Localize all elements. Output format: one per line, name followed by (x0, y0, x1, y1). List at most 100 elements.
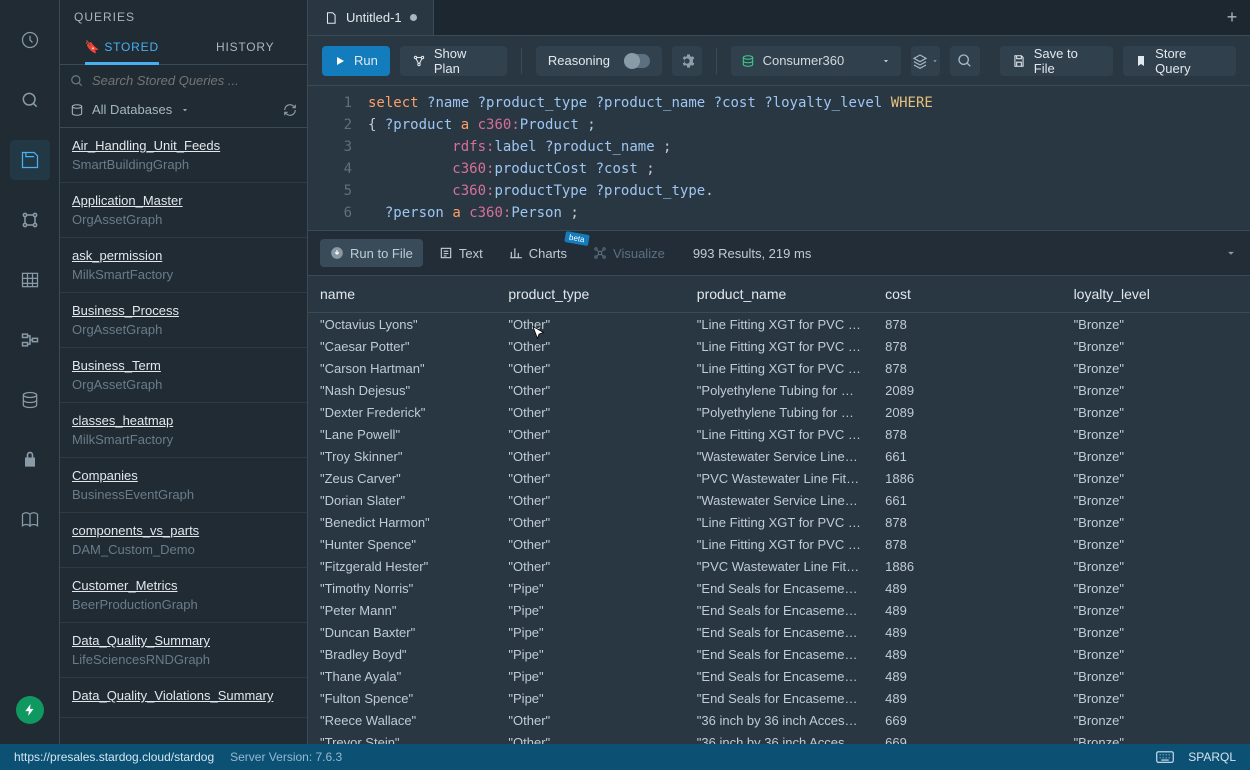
table-row[interactable]: "Benedict Harmon""Other""Line Fitting XG… (308, 511, 1250, 533)
tab-history[interactable]: HISTORY (184, 30, 308, 64)
chevron-down-icon[interactable] (1224, 246, 1238, 260)
table-row[interactable]: "Nash Dejesus""Other""Polyethylene Tubin… (308, 379, 1250, 401)
table-row[interactable]: "Fitzgerald Hester""Other""PVC Wastewate… (308, 555, 1250, 577)
table-cell: "Bradley Boyd" (308, 643, 496, 665)
query-name: Companies (72, 468, 295, 483)
table-cell: "Bronze" (1062, 555, 1250, 577)
explore-icon[interactable] (10, 80, 50, 120)
server-version: Server Version: 7.6.3 (230, 750, 342, 764)
stored-query-item[interactable]: Data_Quality_Violations_Summary (60, 678, 307, 718)
table-row[interactable]: "Reece Wallace""Other""36 inch by 36 inc… (308, 709, 1250, 731)
code-content: select ?name ?product_type ?product_name… (368, 92, 1250, 224)
table-row[interactable]: "Carson Hartman""Other""Line Fitting XGT… (308, 357, 1250, 379)
stored-query-item[interactable]: components_vs_partsDAM_Custom_Demo (60, 513, 307, 568)
column-header[interactable]: name (308, 276, 496, 313)
connection-url: https://presales.stardog.cloud/stardog (14, 750, 214, 764)
run-button[interactable]: Run (322, 46, 390, 76)
code-editor[interactable]: 123456 select ?name ?product_type ?produ… (308, 86, 1250, 230)
new-tab-button[interactable]: + (1214, 7, 1250, 28)
workspace-icon[interactable] (10, 140, 50, 180)
table-cell: 878 (873, 313, 1061, 336)
column-header[interactable]: cost (873, 276, 1061, 313)
status-indicator-icon[interactable] (16, 696, 44, 724)
refresh-icon[interactable] (283, 103, 297, 117)
table-row[interactable]: "Hunter Spence""Other""Line Fitting XGT … (308, 533, 1250, 555)
column-header[interactable]: product_name (685, 276, 873, 313)
column-header[interactable]: product_type (496, 276, 684, 313)
charts-view-button[interactable]: Charts (499, 239, 577, 267)
table-row[interactable]: "Dorian Slater""Other""Wastewater Servic… (308, 489, 1250, 511)
bookmark-icon: 🔖 (85, 40, 101, 54)
table-cell: "Other" (496, 313, 684, 336)
table-row[interactable]: "Lane Powell""Other""Line Fitting XGT fo… (308, 423, 1250, 445)
table-cell: "End Seals for Encasement ... (685, 687, 873, 709)
show-plan-button[interactable]: Show Plan (400, 46, 507, 76)
data-icon[interactable] (10, 260, 50, 300)
reasoning-toggle[interactable]: Reasoning (536, 46, 662, 76)
table-row[interactable]: "Trevor Stein""Other""36 inch by 36 inch… (308, 731, 1250, 744)
security-icon[interactable] (10, 440, 50, 480)
file-tab[interactable]: Untitled-1 (308, 0, 434, 35)
table-cell: "Fitzgerald Hester" (308, 555, 496, 577)
table-cell: 878 (873, 511, 1061, 533)
settings-button[interactable] (672, 46, 702, 76)
table-row[interactable]: "Caesar Potter""Other""Line Fitting XGT … (308, 335, 1250, 357)
stored-query-item[interactable]: Air_Handling_Unit_FeedsSmartBuildingGrap… (60, 128, 307, 183)
docs-icon[interactable] (10, 500, 50, 540)
query-toolbar: Run Show Plan Reasoning Consumer360 (308, 36, 1250, 86)
language-mode[interactable]: SPARQL (1188, 750, 1236, 764)
text-view-button[interactable]: Text (429, 239, 493, 267)
database-icon (741, 54, 755, 68)
stored-query-item[interactable]: Companies BusinessEventGraph (60, 458, 307, 513)
table-row[interactable]: "Duncan Baxter""Pipe""End Seals for Enca… (308, 621, 1250, 643)
keyboard-icon[interactable] (1156, 750, 1174, 764)
database-select[interactable]: Consumer360 (731, 46, 901, 76)
gear-icon (679, 53, 695, 69)
save-to-file-button[interactable]: Save to File (1000, 46, 1113, 76)
table-cell: "Octavius Lyons" (308, 313, 496, 336)
table-row[interactable]: "Troy Skinner""Other""Wastewater Service… (308, 445, 1250, 467)
databases-icon[interactable] (10, 380, 50, 420)
stored-query-item[interactable]: Data_Quality_SummaryLifeSciencesRNDGraph (60, 623, 307, 678)
query-graph: BusinessEventGraph (72, 487, 295, 502)
table-cell: 1886 (873, 555, 1061, 577)
run-to-file-button[interactable]: Run to File (320, 239, 423, 267)
db-filter-select[interactable]: All Databases (70, 102, 190, 117)
table-row[interactable]: "Dexter Frederick""Other""Polyethylene T… (308, 401, 1250, 423)
table-cell: "Peter Mann" (308, 599, 496, 621)
table-cell: "Line Fitting XGT for PVC W... (685, 313, 873, 336)
store-query-button[interactable]: Store Query (1123, 46, 1236, 76)
db-filter-label: All Databases (92, 102, 172, 117)
tab-stored[interactable]: 🔖STORED (60, 30, 184, 64)
save-icon (1012, 54, 1026, 68)
table-row[interactable]: "Thane Ayala""Pipe""End Seals for Encase… (308, 665, 1250, 687)
query-name: Business_Process (72, 303, 295, 318)
stored-query-item[interactable]: classes_heatmapMilkSmartFactory (60, 403, 307, 458)
query-name: Business_Term (72, 358, 295, 373)
table-row[interactable]: "Fulton Spence""Pipe""End Seals for Enca… (308, 687, 1250, 709)
stored-query-item[interactable]: ask_permissionMilkSmartFactory (60, 238, 307, 293)
stored-query-item[interactable]: Customer_MetricsBeerProductionGraph (60, 568, 307, 623)
table-row[interactable]: "Octavius Lyons""Other""Line Fitting XGT… (308, 313, 1250, 336)
stored-query-item[interactable]: Business_ProcessOrgAssetGraph (60, 293, 307, 348)
column-header[interactable]: loyalty_level (1062, 276, 1250, 313)
table-cell: 489 (873, 577, 1061, 599)
dashboard-icon[interactable] (10, 20, 50, 60)
table-row[interactable]: "Bradley Boyd""Pipe""End Seals for Encas… (308, 643, 1250, 665)
table-cell: 669 (873, 731, 1061, 744)
stored-query-item[interactable]: Business_TermOrgAssetGraph (60, 348, 307, 403)
stored-query-item[interactable]: Application_MasterOrgAssetGraph (60, 183, 307, 238)
table-cell: "Dexter Frederick" (308, 401, 496, 423)
status-bar: https://presales.stardog.cloud/stardog S… (0, 744, 1250, 770)
layers-button[interactable] (911, 46, 941, 76)
table-cell: "Bronze" (1062, 445, 1250, 467)
table-cell: "Other" (496, 401, 684, 423)
table-row[interactable]: "Timothy Norris""Pipe""End Seals for Enc… (308, 577, 1250, 599)
table-row[interactable]: "Zeus Carver""Other""PVC Wastewater Line… (308, 467, 1250, 489)
models-icon[interactable] (10, 200, 50, 240)
table-cell: "Other" (496, 423, 684, 445)
search-button[interactable] (950, 46, 980, 76)
search-input[interactable] (92, 73, 297, 88)
virtual-graphs-icon[interactable] (10, 320, 50, 360)
table-row[interactable]: "Peter Mann""Pipe""End Seals for Encasem… (308, 599, 1250, 621)
